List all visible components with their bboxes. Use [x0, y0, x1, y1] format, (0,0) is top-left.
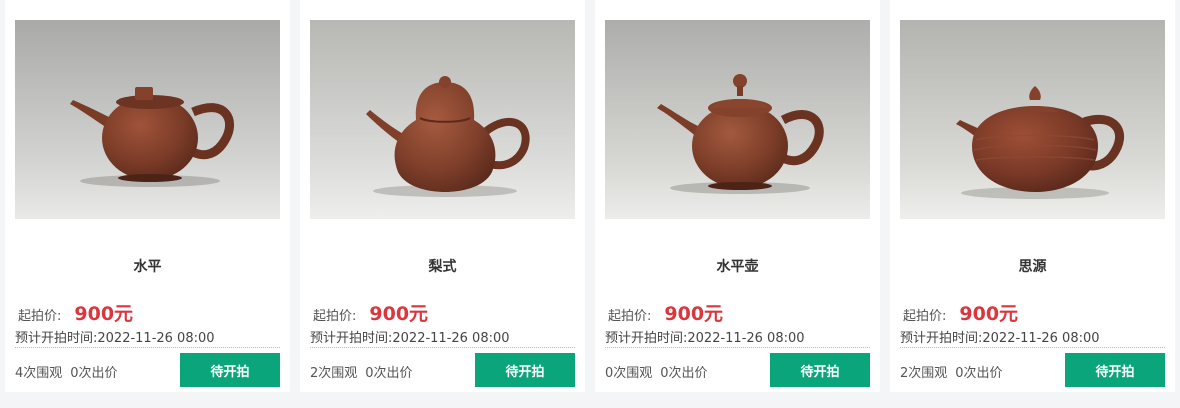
- lot-stats: 0次围观 0次出价: [605, 362, 708, 381]
- view-count: 2次围观: [310, 366, 358, 381]
- lot-title[interactable]: 思源: [890, 256, 1175, 276]
- teapot-photo[interactable]: [900, 20, 1165, 219]
- bid-count: 0次出价: [955, 366, 1003, 381]
- bid-count: 0次出价: [365, 366, 413, 381]
- pending-auction-button[interactable]: 待开拍: [770, 353, 870, 387]
- expected-start-time: 预计开拍时间:2022-11-26 08:00: [310, 331, 510, 346]
- starting-price-label: 起拍价:: [18, 309, 62, 324]
- starting-price-row: 起拍价: 900元: [313, 299, 428, 326]
- lot-title[interactable]: 水平: [5, 256, 290, 276]
- view-count: 2次围观: [900, 366, 948, 381]
- auction-lot-grid: 水平 起拍价: 900元 预计开拍时间:2022-11-26 08:00 4次围…: [0, 0, 1180, 408]
- starting-price-value: 900元: [959, 303, 1019, 325]
- starting-price-value: 900元: [74, 303, 134, 325]
- starting-price-row: 起拍价: 900元: [608, 299, 723, 326]
- starting-price-label: 起拍价:: [608, 309, 652, 324]
- lot-stats: 2次围观 0次出价: [900, 362, 1003, 381]
- pending-auction-button[interactable]: 待开拍: [1065, 353, 1165, 387]
- lot-card[interactable]: 水平壶 起拍价: 900元 预计开拍时间:2022-11-26 08:00 0次…: [595, 0, 880, 392]
- teapot-photo[interactable]: [310, 20, 575, 219]
- view-count: 0次围观: [605, 366, 653, 381]
- lot-stats: 4次围观 0次出价: [15, 362, 118, 381]
- lot-stats: 2次围观 0次出价: [310, 362, 413, 381]
- expected-start-time: 预计开拍时间:2022-11-26 08:00: [605, 331, 805, 346]
- card-divider: [310, 347, 575, 348]
- starting-price-value: 900元: [664, 303, 724, 325]
- lot-card[interactable]: 梨式 起拍价: 900元 预计开拍时间:2022-11-26 08:00 2次围…: [300, 0, 585, 392]
- starting-price-row: 起拍价: 900元: [18, 299, 133, 326]
- lot-card[interactable]: 思源 起拍价: 900元 预计开拍时间:2022-11-26 08:00 2次围…: [890, 0, 1175, 392]
- teapot-photo[interactable]: [15, 20, 280, 219]
- card-divider: [605, 347, 870, 348]
- card-divider: [15, 347, 280, 348]
- lot-title[interactable]: 水平壶: [595, 256, 880, 276]
- expected-start-time: 预计开拍时间:2022-11-26 08:00: [900, 331, 1100, 346]
- card-divider: [900, 347, 1165, 348]
- lot-title[interactable]: 梨式: [300, 256, 585, 276]
- starting-price-label: 起拍价:: [313, 309, 357, 324]
- teapot-photo[interactable]: [605, 20, 870, 219]
- bid-count: 0次出价: [70, 366, 118, 381]
- pending-auction-button[interactable]: 待开拍: [180, 353, 280, 387]
- bid-count: 0次出价: [660, 366, 708, 381]
- lot-card[interactable]: 水平 起拍价: 900元 预计开拍时间:2022-11-26 08:00 4次围…: [5, 0, 290, 392]
- pending-auction-button[interactable]: 待开拍: [475, 353, 575, 387]
- expected-start-time: 预计开拍时间:2022-11-26 08:00: [15, 331, 215, 346]
- starting-price-label: 起拍价:: [903, 309, 947, 324]
- starting-price-row: 起拍价: 900元: [903, 299, 1018, 326]
- starting-price-value: 900元: [369, 303, 429, 325]
- view-count: 4次围观: [15, 366, 63, 381]
